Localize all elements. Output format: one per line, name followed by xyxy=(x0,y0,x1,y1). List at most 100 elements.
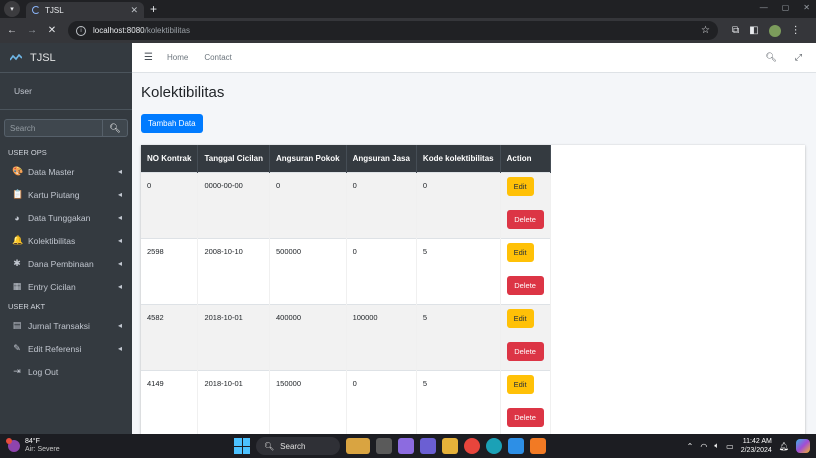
sidebar-item-data-master[interactable]: 🎨 Data Master ◂ xyxy=(0,160,132,183)
minimize-icon[interactable]: — xyxy=(760,3,768,12)
table-cell: 2008-10-10 xyxy=(197,237,270,304)
site-info-icon[interactable]: i xyxy=(76,25,86,36)
delete-button[interactable]: Delete xyxy=(506,407,544,427)
tab-search-icon[interactable]: ▾ xyxy=(4,1,20,17)
table-cell: 100000 xyxy=(346,303,417,370)
stop-icon[interactable]: ✕ xyxy=(44,25,60,36)
table-cell: 5 xyxy=(416,369,501,434)
notification-bell-icon[interactable]: 🔔︎ xyxy=(779,442,789,451)
edge-icon[interactable] xyxy=(486,438,502,454)
teams-icon[interactable] xyxy=(398,438,414,454)
taskbar-search-label: Search xyxy=(280,441,306,451)
xampp-icon[interactable] xyxy=(530,438,546,454)
url-path: /kolektibilitas xyxy=(144,26,190,35)
chevron-up-icon[interactable]: ⌃ xyxy=(687,442,694,451)
sidebar-item-label: Data Tunggakan xyxy=(28,212,91,223)
tab-close-icon[interactable]: ✕ xyxy=(130,5,138,16)
nav-section-header: USER OPS xyxy=(8,147,47,157)
sidebar-item-entry-cicilan[interactable]: ▦ Entry Cicilan ◂ xyxy=(0,275,132,298)
side-panel-icon[interactable]: ◧ xyxy=(749,25,758,36)
new-tab-button[interactable]: + xyxy=(150,2,157,16)
table-cell: 4149 xyxy=(141,369,199,434)
delete-button[interactable]: Delete xyxy=(506,341,544,361)
page-viewport: TJSL User Search 🔍︎ USER OPS 🎨 Data Master… xyxy=(0,43,816,434)
fullscreen-icon[interactable]: ⤢ xyxy=(795,52,802,63)
table-header-row: NO Kontrak Tanggal Cicilan Angsuran Pokok A… xyxy=(141,145,551,172)
sidebar-item-edit-referensi[interactable]: ✎ Edit Referensi ◂ xyxy=(0,337,132,360)
edit-button[interactable]: Edit xyxy=(506,176,534,196)
vscode-icon[interactable] xyxy=(508,438,524,454)
delete-button[interactable]: Delete xyxy=(506,209,544,229)
nav-link-contact[interactable]: Contact xyxy=(204,53,232,62)
sidebar-item-kolektibilitas[interactable]: 🔔 Kolektibilitas ◂ xyxy=(0,229,132,252)
url-host: localhost:8080 xyxy=(93,26,145,35)
weather-desc: Air: Severe xyxy=(25,446,60,453)
sidebar-item-data-tunggakan[interactable]: ◕ Data Tunggakan ◂ xyxy=(0,206,132,229)
search-icon[interactable]: 🔍︎ xyxy=(102,119,128,137)
user-panel[interactable]: User xyxy=(0,73,132,110)
windows-start-icon[interactable] xyxy=(234,438,250,454)
battery-icon[interactable]: ▭ xyxy=(726,442,734,451)
edit-button[interactable]: Edit xyxy=(506,374,534,394)
table-cell: 0 xyxy=(346,171,417,238)
volume-icon[interactable]: 🔈︎ xyxy=(714,441,719,451)
browser-toolbar: ← → ✕ i localhost:8080/kolektibilitas ☆ … xyxy=(0,18,816,43)
browser-tab[interactable]: TJSL ✕ xyxy=(26,2,144,18)
kolektibilitas-table: NO Kontrak Tanggal Cicilan Angsuran Pokok A… xyxy=(141,145,551,434)
brand[interactable]: TJSL xyxy=(0,43,132,73)
sidebar-item-dana-pembinaan[interactable]: ✱ Dana Pembinaan ◂ xyxy=(0,252,132,275)
menu-toggle-icon[interactable]: ☰ xyxy=(144,52,153,63)
top-navbar: ☰ Home Contact 🔍︎ ⤢ xyxy=(132,43,816,73)
search-icon: 🔍︎ xyxy=(264,441,275,451)
window-close-icon[interactable]: ✕ xyxy=(803,3,810,12)
nav-link-home[interactable]: Home xyxy=(167,53,188,62)
chat-icon[interactable] xyxy=(420,438,436,454)
extensions-icon[interactable]: ⧉ xyxy=(732,25,739,36)
sidebar-item-label: Kartu Piutang xyxy=(28,189,80,200)
table-cell: 0 xyxy=(416,171,501,238)
column-header: Action xyxy=(500,145,551,172)
back-icon[interactable]: ← xyxy=(4,25,20,36)
chevron-left-icon: ◂ xyxy=(117,321,122,330)
delete-button[interactable]: Delete xyxy=(506,275,544,295)
sidebar-item-label: Jurnal Transaksi xyxy=(28,320,90,331)
table-icon: ▦ xyxy=(12,281,22,291)
sidebar-item-label: Kolektibilitas xyxy=(28,235,76,246)
search-icon[interactable]: 🔍︎ xyxy=(765,52,776,63)
forward-icon[interactable]: → xyxy=(24,25,40,36)
column-header: Angsuran Jasa xyxy=(346,145,417,172)
browser-menu-icon[interactable]: ⋮ xyxy=(791,25,801,36)
bell-icon: 🔔 xyxy=(12,235,24,245)
add-data-button[interactable]: Tambah Data xyxy=(141,114,203,133)
copilot-icon[interactable] xyxy=(796,439,810,453)
chevron-left-icon: ◂ xyxy=(117,190,122,199)
profile-avatar[interactable] xyxy=(768,24,781,37)
action-cell: Edit Delete xyxy=(500,303,551,370)
edit-icon: ✎ xyxy=(13,343,21,353)
sign-out-icon: ⇥ xyxy=(13,366,21,376)
sidebar-item-log-out[interactable]: ⇥ Log Out xyxy=(0,360,132,383)
bookmark-star-icon[interactable]: ☆ xyxy=(701,25,710,36)
weather-widget[interactable]: 84°F Air: Severe xyxy=(6,438,60,454)
taskbar-search[interactable]: 🔍︎ Search xyxy=(256,437,340,455)
action-cell: Edit Delete xyxy=(500,237,551,304)
sidebar-item-jurnal-transaksi[interactable]: ▤ Jurnal Transaksi ◂ xyxy=(0,314,132,337)
sidebar-item-kartu-piutang[interactable]: 📋 Kartu Piutang ◂ xyxy=(0,183,132,206)
wifi-icon[interactable]: ◠ xyxy=(700,442,707,451)
brand-text: TJSL xyxy=(30,51,56,64)
edit-button[interactable]: Edit xyxy=(506,242,534,262)
chrome-icon[interactable] xyxy=(464,438,480,454)
table-cell: 0 xyxy=(269,171,347,238)
copy-icon: 📋 xyxy=(12,189,24,199)
task-view-icon[interactable] xyxy=(376,438,392,454)
clock[interactable]: 11:42 AM 2/23/2024 xyxy=(741,437,772,455)
edit-button[interactable]: Edit xyxy=(506,308,534,328)
chevron-left-icon: ◂ xyxy=(117,236,122,245)
file-explorer-icon[interactable] xyxy=(442,438,458,454)
widget-news-icon[interactable] xyxy=(346,438,370,454)
maximize-icon[interactable]: ▢ xyxy=(782,3,790,12)
sidebar-search-input[interactable]: Search xyxy=(4,119,102,137)
clock-date: 2/23/2024 xyxy=(740,447,772,454)
asterisk-icon: ✱ xyxy=(13,258,21,268)
address-bar[interactable]: i localhost:8080/kolektibilitas ☆ xyxy=(68,21,718,40)
